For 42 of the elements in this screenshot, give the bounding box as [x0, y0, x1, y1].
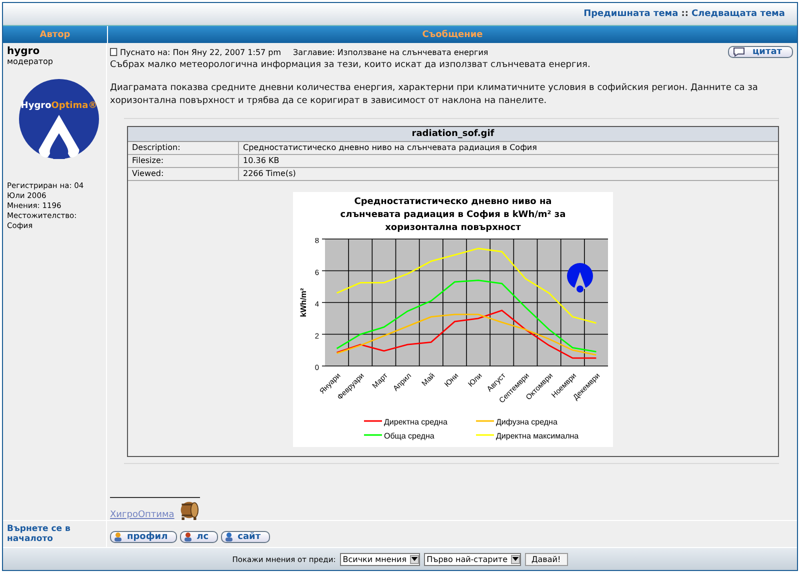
- attachment-title: radiation_sof.gif: [128, 127, 778, 142]
- dropdown[interactable]: Всички мнения: [340, 552, 420, 566]
- profile-button[interactable]: профил: [110, 531, 177, 543]
- post-date: Пуснато на: Пон Яну 22, 2007 1:57 pm: [120, 48, 282, 57]
- website-button[interactable]: сайт: [220, 531, 270, 543]
- quote-button[interactable]: цитат: [728, 46, 793, 58]
- table-cell-text: Средностатистическо дневно ниво на слънчевата радиация в София: [242, 142, 537, 154]
- avatar-logo: HygroOptima®: [19, 79, 99, 159]
- legend-label: Дифузна средна: [496, 418, 558, 427]
- table-cell-text: 10.36 KB: [242, 155, 280, 168]
- chart-title: Средностатистическо дневно ниво на слънчевата радиация в София в kWh/m² за хоризонтална повърхност: [339, 196, 567, 236]
- message-button[interactable]: лс: [180, 531, 218, 543]
- previous-topic-link[interactable]: Предишната тема: [584, 9, 678, 19]
- y-axis-label: kWh/m²: [299, 288, 308, 318]
- user-icon: [224, 532, 234, 542]
- table-cell: Description:: [128, 142, 239, 154]
- next-topic-link[interactable]: Следващата тема: [691, 9, 785, 19]
- column-header: Автор: [3, 26, 108, 43]
- user-icon: [182, 532, 193, 542]
- dropdown[interactable]: Първо най-старите: [424, 552, 520, 566]
- legend-label: Директна средна: [384, 418, 448, 427]
- speech-bubble-icon: [732, 47, 745, 58]
- dropdown-arrow-icon: [512, 557, 518, 561]
- barrel-icon: [178, 500, 200, 520]
- post-paragraph: Диаграмата показва средните дневни количества енергия, характерни при климатичните условия в софийския регион. Данните са за хоризонтална повърхност и трябва да се коригират в зависимост от наклона на панелите.: [110, 82, 759, 108]
- dropdown-arrow-icon: [410, 557, 418, 561]
- post-icon: [110, 48, 118, 56]
- user-icon: [113, 532, 123, 542]
- table-cell: Filesize:: [128, 155, 239, 168]
- table-cell: Viewed:: [128, 168, 239, 180]
- post-subject: Заглавие: Използване на слънчевата енергия: [293, 48, 488, 57]
- user-rank: модератор: [7, 57, 54, 66]
- separator: ::: [681, 9, 688, 19]
- legend-label: Обща средна: [384, 432, 434, 441]
- logo-icon: [567, 263, 593, 293]
- author-name: hygro: [7, 46, 41, 57]
- go-button[interactable]: Давай!: [524, 552, 568, 566]
- legend-label: Директна максимална: [496, 432, 579, 441]
- post-paragraph: Събрах малко метеорологична информация за тези, които искат да използват слънчевата енергия.: [110, 58, 592, 72]
- signature-link[interactable]: ХигроОптима: [110, 510, 174, 520]
- column-header: Съобщение: [421, 28, 484, 42]
- table-cell-text: 2266 Time(s): [242, 168, 296, 180]
